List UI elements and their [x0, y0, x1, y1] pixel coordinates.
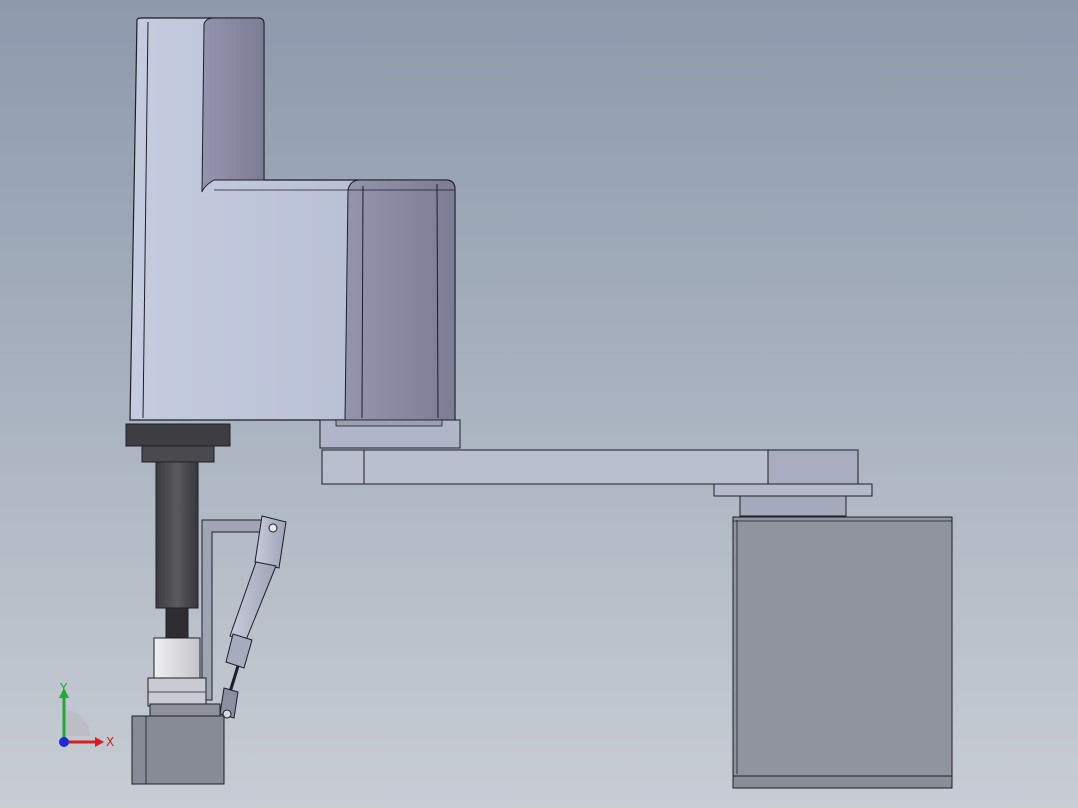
y-axis-label: Y [59, 681, 68, 695]
robot-base-box[interactable] [732, 516, 953, 789]
joint-end-flange[interactable] [713, 483, 873, 517]
joint-2-hub[interactable] [319, 419, 461, 449]
horizontal-arm-link[interactable] [321, 449, 859, 485]
z-axis-flange[interactable] [125, 423, 231, 463]
z-axis-shaft[interactable] [155, 461, 199, 639]
coordinate-triad: Y X [59, 681, 114, 749]
triad-plane-icon [64, 710, 90, 736]
scara-robot-model[interactable] [0, 0, 1078, 808]
robot-upper-body[interactable] [129, 17, 456, 421]
graphics-viewport[interactable]: Y X [0, 0, 1078, 808]
x-axis-label: X [106, 735, 114, 749]
z-axis-dot [59, 737, 69, 747]
pneumatic-cylinder[interactable] [219, 515, 287, 719]
